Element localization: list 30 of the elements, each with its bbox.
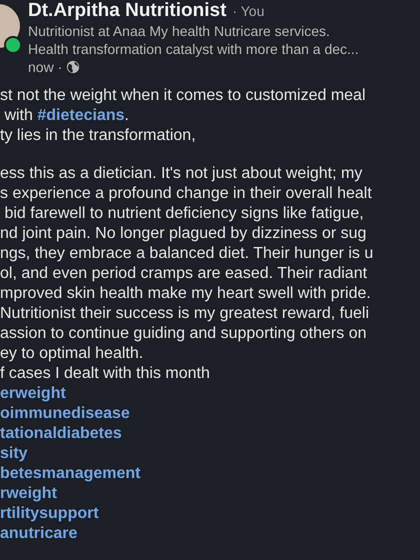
post-text: Nutritionist their success is my greatest reward, fueli <box>0 305 370 322</box>
author-name[interactable]: Dt.Arpitha Nutritionist <box>28 0 226 22</box>
post-text: nd joint pain. No longer plagued by dizziness or sug <box>0 225 366 242</box>
post-text: bid farewell to nutrient deficiency signs like fatigue, <box>3 205 364 222</box>
post-text: mproved skin health make my heart swell with pride. <box>0 285 371 302</box>
hashtag-link[interactable]: rtilitysupport <box>0 505 99 522</box>
post-text: st not the weight when it comes to customized meal <box>0 87 366 104</box>
post-text: with <box>3 107 34 124</box>
post-text: s experience a profound change in their overall healt <box>0 185 372 202</box>
post-text: . <box>124 107 129 124</box>
hashtag-link[interactable]: oimmunedisease <box>0 405 130 422</box>
author-headline: Nutritionist at Anaa My health Nutricare services. <box>28 22 331 40</box>
hashtag-link[interactable]: rweight <box>0 485 57 502</box>
hashtag-link[interactable]: tationaldiabetes <box>0 425 122 442</box>
post-text: ess this as a dietician. It's not just about weight; my <box>0 165 362 182</box>
hashtag-link[interactable]: betesmanagement <box>0 465 140 482</box>
post-text: ey to optimal health. <box>0 345 144 362</box>
connection-label: · You <box>232 3 264 19</box>
post-text: ngs, they embrace a balanced diet. Their hunger is u <box>0 245 374 262</box>
hashtag-link[interactable]: erweight <box>0 385 66 402</box>
post-time: now · <box>28 58 62 76</box>
globe-icon <box>66 60 80 74</box>
post-text: ol, and even period cramps are eased. Their radiant <box>0 265 368 282</box>
hashtag-link[interactable]: sity <box>0 445 28 462</box>
hashtag-link[interactable]: anutricare <box>0 525 78 542</box>
hashtag-link[interactable]: #dietecians <box>37 107 124 124</box>
author-headline: Health transformation catalyst with more than a dec... <box>28 40 359 58</box>
post-text: ty lies in the transformation, <box>0 127 196 144</box>
post-text: f cases I dealt with this month <box>0 365 210 382</box>
post-text: assion to continue guiding and supporting others on <box>0 325 366 342</box>
